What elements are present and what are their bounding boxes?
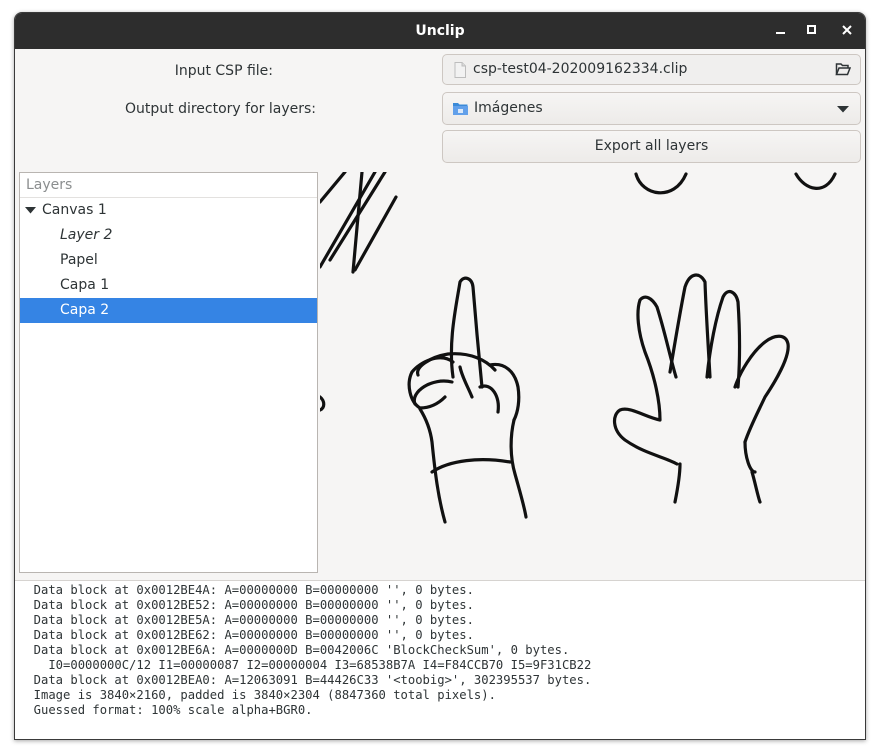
log-line: Data block at 0x0012BEA0: A=12063091 B=4…: [33, 673, 592, 687]
triangle-down-icon[interactable]: [25, 207, 36, 214]
close-button[interactable]: [835, 19, 859, 43]
title-bar[interactable]: Unclip: [15, 13, 865, 49]
folder-open-icon[interactable]: [835, 62, 851, 76]
folder-icon: [453, 103, 468, 115]
log-line: Image is 3840×2160, padded is 3840×2304 …: [33, 688, 496, 702]
close-icon: [842, 25, 852, 35]
layer-label: Capa 2: [60, 302, 110, 318]
app-window: Unclip Input CSP file: csp-test04-202009…: [14, 12, 866, 740]
tree-root-label: Canvas 1: [42, 202, 107, 218]
log-text: Data block at 0x0012BE4A: A=00000000 B=0…: [19, 583, 592, 718]
layer-label: Capa 1: [60, 277, 110, 293]
layer-label: Layer 2: [60, 227, 113, 243]
log-output[interactable]: Data block at 0x0012BE4A: A=00000000 B=0…: [15, 580, 865, 739]
layers-tree[interactable]: Layers Canvas 1 Layer 2 Papel Capa 1 Cap…: [19, 172, 318, 573]
output-dir-dropdown[interactable]: Imágenes: [442, 92, 861, 125]
layer-preview: [320, 172, 865, 578]
tree-row-canvas-1[interactable]: Canvas 1: [20, 198, 317, 223]
input-file-chooser[interactable]: csp-test04-202009162334.clip: [442, 54, 861, 85]
input-file-value: csp-test04-202009162334.clip: [473, 61, 688, 77]
log-line: I0=0000000C/12 I1=00000087 I2=00000004 I…: [48, 658, 592, 672]
minimize-icon: [776, 32, 785, 34]
minimize-button[interactable]: [769, 19, 793, 43]
export-all-layers-button[interactable]: Export all layers: [442, 130, 861, 163]
tree-row-capa-1[interactable]: Capa 1: [20, 273, 317, 298]
log-line: Data block at 0x0012BE6A: A=0000000D B=0…: [33, 643, 570, 657]
maximize-icon: [807, 25, 816, 34]
window-title: Unclip: [415, 23, 465, 39]
layers-column-header[interactable]: Layers: [20, 173, 317, 198]
log-line: Data block at 0x0012BE4A: A=00000000 B=0…: [33, 583, 474, 597]
maximize-button[interactable]: [800, 19, 824, 43]
log-line: Data block at 0x0012BE5A: A=00000000 B=0…: [33, 613, 474, 627]
hand-drawing-image: [320, 172, 837, 524]
input-file-label: Input CSP file:: [174, 63, 273, 79]
log-line: Data block at 0x0012BE52: A=00000000 B=0…: [33, 598, 474, 612]
chevron-down-icon: [837, 106, 849, 113]
log-line: Guessed format: 100% scale alpha+BGR0.: [19, 703, 313, 717]
output-dir-value: Imágenes: [474, 100, 543, 116]
tree-row-papel[interactable]: Papel: [20, 248, 317, 273]
tree-row-layer-2[interactable]: Layer 2: [20, 223, 317, 248]
log-line: Data block at 0x0012BE62: A=00000000 B=0…: [33, 628, 474, 642]
file-icon: [454, 62, 466, 78]
output-dir-label: Output directory for layers:: [125, 101, 316, 117]
tree-row-capa-2-selected[interactable]: Capa 2: [20, 298, 317, 323]
layer-label: Papel: [60, 252, 98, 268]
